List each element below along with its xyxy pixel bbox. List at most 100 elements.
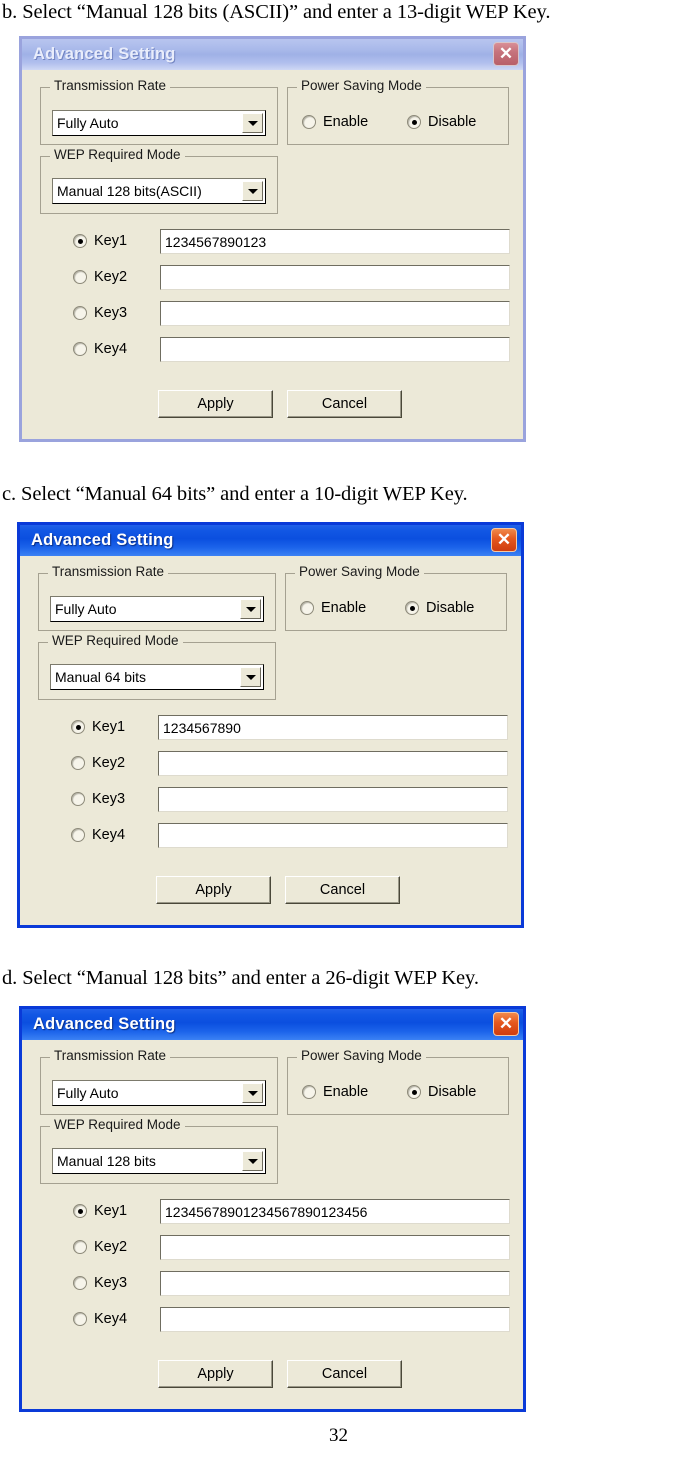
key4-input[interactable] bbox=[160, 1307, 510, 1332]
radio-circle-icon[interactable] bbox=[300, 601, 314, 615]
power-saving-enable-radio[interactable]: Enable bbox=[302, 1084, 368, 1100]
power-saving-enable-label: Enable bbox=[321, 600, 367, 616]
radio-circle-icon[interactable] bbox=[71, 720, 85, 734]
chevron-down-icon[interactable] bbox=[242, 113, 263, 133]
wep-required-mode-legend: WEP Required Mode bbox=[48, 633, 183, 648]
radio-circle-icon[interactable] bbox=[407, 1085, 421, 1099]
transmission-rate-legend: Transmission Rate bbox=[50, 78, 171, 93]
key3-radio[interactable]: Key3 bbox=[73, 1275, 127, 1291]
key3-radio[interactable]: Key3 bbox=[73, 305, 127, 321]
dialog-title: Advanced Setting bbox=[33, 45, 176, 63]
key3-input[interactable] bbox=[158, 787, 508, 812]
close-icon[interactable]: ✕ bbox=[493, 1012, 519, 1036]
wep-required-mode-value: Manual 128 bits(ASCII) bbox=[57, 183, 202, 199]
radio-circle-icon[interactable] bbox=[71, 792, 85, 806]
radio-circle-icon[interactable] bbox=[73, 306, 87, 320]
key1-label: Key1 bbox=[94, 1203, 128, 1219]
key2-label: Key2 bbox=[94, 269, 128, 285]
radio-circle-icon[interactable] bbox=[302, 1085, 316, 1099]
radio-circle-icon[interactable] bbox=[73, 342, 87, 356]
key3-input[interactable] bbox=[160, 1271, 510, 1296]
radio-circle-icon[interactable] bbox=[71, 756, 85, 770]
key4-radio[interactable]: Key4 bbox=[73, 1311, 127, 1327]
radio-circle-icon[interactable] bbox=[71, 828, 85, 842]
cancel-button[interactable]: Cancel bbox=[285, 876, 400, 904]
key1-radio[interactable]: Key1 bbox=[71, 719, 125, 735]
chevron-down-icon[interactable] bbox=[240, 599, 261, 619]
key2-input[interactable] bbox=[158, 751, 508, 776]
key4-input[interactable] bbox=[158, 823, 508, 848]
key2-radio[interactable]: Key2 bbox=[73, 269, 127, 285]
key3-label: Key3 bbox=[94, 1275, 128, 1291]
transmission-rate-select[interactable]: Fully Auto bbox=[50, 596, 264, 622]
key2-radio[interactable]: Key2 bbox=[71, 755, 125, 771]
titlebar: Advanced Setting ✕ bbox=[22, 39, 523, 70]
dialog-title: Advanced Setting bbox=[31, 531, 174, 549]
power-saving-legend: Power Saving Mode bbox=[297, 78, 426, 93]
radio-circle-icon[interactable] bbox=[407, 115, 421, 129]
radio-circle-icon[interactable] bbox=[405, 601, 419, 615]
close-icon[interactable]: ✕ bbox=[493, 42, 519, 66]
wep-required-mode-legend: WEP Required Mode bbox=[50, 147, 185, 162]
key4-radio[interactable]: Key4 bbox=[71, 827, 125, 843]
key2-input[interactable] bbox=[160, 1235, 510, 1260]
transmission-rate-select[interactable]: Fully Auto bbox=[52, 1080, 266, 1106]
radio-circle-icon[interactable] bbox=[73, 1312, 87, 1326]
caption-d: d. Select “Manual 128 bits” and enter a … bbox=[2, 967, 479, 989]
key3-input[interactable] bbox=[160, 301, 510, 326]
power-saving-legend: Power Saving Mode bbox=[297, 1048, 426, 1063]
key2-input[interactable] bbox=[160, 265, 510, 290]
key4-input[interactable] bbox=[160, 337, 510, 362]
key3-label: Key3 bbox=[92, 791, 126, 807]
titlebar: Advanced Setting ✕ bbox=[22, 1009, 523, 1040]
power-saving-disable-radio[interactable]: Disable bbox=[407, 114, 476, 130]
dialog-body: Transmission Rate Fully Auto Power Savin… bbox=[22, 1040, 523, 1409]
dialog-body: Transmission Rate Fully Auto Power Savin… bbox=[20, 556, 521, 925]
transmission-rate-value: Fully Auto bbox=[57, 1085, 119, 1101]
chevron-down-icon[interactable] bbox=[242, 1083, 263, 1103]
chevron-down-icon[interactable] bbox=[240, 667, 261, 687]
radio-circle-icon[interactable] bbox=[73, 1276, 87, 1290]
close-icon[interactable]: ✕ bbox=[491, 528, 517, 552]
close-icon-glyph: ✕ bbox=[496, 530, 512, 549]
wep-required-mode-select[interactable]: Manual 128 bits(ASCII) bbox=[52, 178, 266, 204]
cancel-button[interactable]: Cancel bbox=[287, 1360, 402, 1388]
wep-required-mode-select[interactable]: Manual 64 bits bbox=[50, 664, 264, 690]
wep-required-mode-select[interactable]: Manual 128 bits bbox=[52, 1148, 266, 1174]
power-saving-disable-label: Disable bbox=[428, 1084, 477, 1100]
cancel-button[interactable]: Cancel bbox=[287, 390, 402, 418]
caption-c: c. Select “Manual 64 bits” and enter a 1… bbox=[2, 483, 468, 505]
apply-button[interactable]: Apply bbox=[156, 876, 271, 904]
chevron-down-icon[interactable] bbox=[242, 1151, 263, 1171]
key1-input[interactable]: 12345678901234567890123456 bbox=[160, 1199, 510, 1224]
advanced-setting-dialog-c: Advanced Setting ✕ Transmission Rate Ful… bbox=[17, 522, 524, 928]
transmission-rate-select[interactable]: Fully Auto bbox=[52, 110, 266, 136]
radio-circle-icon[interactable] bbox=[73, 1204, 87, 1218]
power-saving-enable-radio[interactable]: Enable bbox=[300, 600, 366, 616]
chevron-down-icon[interactable] bbox=[242, 181, 263, 201]
key1-input[interactable]: 1234567890123 bbox=[160, 229, 510, 254]
power-saving-disable-label: Disable bbox=[426, 600, 475, 616]
radio-circle-icon[interactable] bbox=[73, 270, 87, 284]
key1-input[interactable]: 1234567890 bbox=[158, 715, 508, 740]
radio-circle-icon[interactable] bbox=[73, 234, 87, 248]
apply-button[interactable]: Apply bbox=[158, 1360, 273, 1388]
power-saving-enable-radio[interactable]: Enable bbox=[302, 114, 368, 130]
apply-button[interactable]: Apply bbox=[158, 390, 273, 418]
wep-required-mode-legend: WEP Required Mode bbox=[50, 1117, 185, 1132]
key1-radio[interactable]: Key1 bbox=[73, 1203, 127, 1219]
dialog-body: Transmission Rate Fully Auto Power Savin… bbox=[22, 70, 523, 439]
key3-radio[interactable]: Key3 bbox=[71, 791, 125, 807]
radio-circle-icon[interactable] bbox=[302, 115, 316, 129]
key4-label: Key4 bbox=[92, 827, 126, 843]
key4-radio[interactable]: Key4 bbox=[73, 341, 127, 357]
power-saving-disable-radio[interactable]: Disable bbox=[405, 600, 474, 616]
advanced-setting-dialog-b: Advanced Setting ✕ Transmission Rate Ful… bbox=[19, 36, 526, 442]
power-saving-disable-label: Disable bbox=[428, 114, 477, 130]
power-saving-disable-radio[interactable]: Disable bbox=[407, 1084, 476, 1100]
advanced-setting-dialog-d: Advanced Setting ✕ Transmission Rate Ful… bbox=[19, 1006, 526, 1412]
key1-radio[interactable]: Key1 bbox=[73, 233, 127, 249]
key2-radio[interactable]: Key2 bbox=[73, 1239, 127, 1255]
titlebar: Advanced Setting ✕ bbox=[20, 525, 521, 556]
radio-circle-icon[interactable] bbox=[73, 1240, 87, 1254]
